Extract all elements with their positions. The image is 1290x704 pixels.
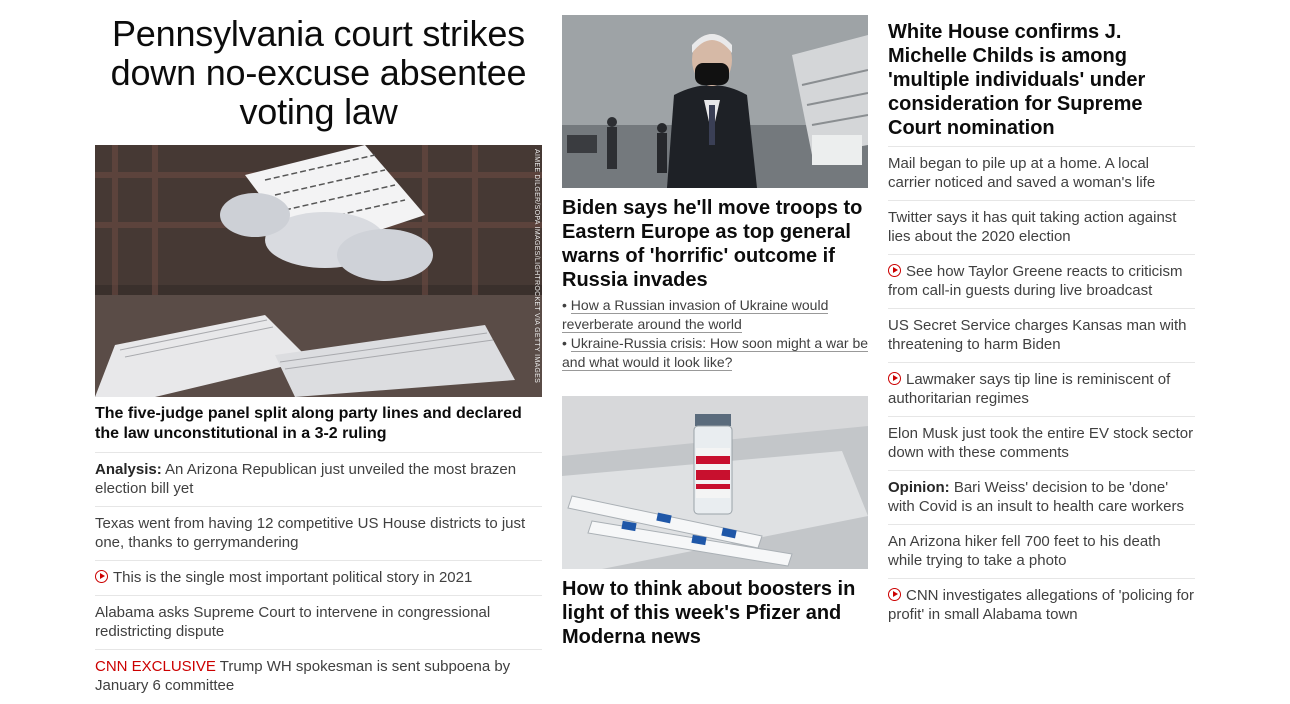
item-text: Texas went from having 12 competitive US… xyxy=(95,515,526,551)
list-item[interactable]: Texas went from having 12 competitive US… xyxy=(95,507,542,561)
photo-credit: AIMEE DILGER/SOPA IMAGES/LIGHTROCKET VIA… xyxy=(533,149,540,384)
item-text: See how Taylor Greene reacts to criticis… xyxy=(888,263,1183,299)
item-text: Mail began to pile up at a home. A local… xyxy=(888,155,1156,191)
related-link[interactable]: • How a Russian invasion of Ukraine woul… xyxy=(562,296,868,334)
item-text: An Arizona hiker fell 700 feet to his de… xyxy=(888,533,1161,569)
item-text: Elon Musk just took the entire EV stock … xyxy=(888,425,1194,461)
exclusive-label: CNN EXCLUSIVE xyxy=(95,658,216,675)
list-item[interactable]: CNN EXCLUSIVE Trump WH spokesman is sent… xyxy=(95,650,542,703)
list-item[interactable]: CNN investigates allegations of 'policin… xyxy=(888,579,1195,632)
lead-headline[interactable]: Pennsylvania court strikes down no-excus… xyxy=(95,14,542,131)
ballot-photo[interactable]: AIMEE DILGER/SOPA IMAGES/LIGHTROCKET VIA… xyxy=(95,145,542,397)
related-link-text: Ukraine-Russia crisis: How soon might a … xyxy=(562,335,869,371)
item-text: This is the single most important politi… xyxy=(113,569,473,586)
item-text: US Secret Service charges Kansas man wit… xyxy=(888,317,1187,353)
list-item[interactable]: Lawmaker says tip line is reminiscent of… xyxy=(888,363,1195,417)
play-circle-icon xyxy=(888,588,901,601)
list-item[interactable]: See how Taylor Greene reacts to criticis… xyxy=(888,255,1195,309)
list-item[interactable]: Twitter says it has quit taking action a… xyxy=(888,201,1195,255)
list-item[interactable]: Mail began to pile up at a home. A local… xyxy=(888,147,1195,201)
list-item[interactable]: An Arizona hiker fell 700 feet to his de… xyxy=(888,525,1195,579)
list-item[interactable]: Alabama asks Supreme Court to intervene … xyxy=(95,596,542,650)
analysis-label: Analysis: xyxy=(95,461,162,478)
lead-story-column: Pennsylvania court strikes down no-excus… xyxy=(95,0,542,703)
play-circle-icon xyxy=(888,372,901,385)
opinion-label: Opinion: xyxy=(888,479,950,496)
related-link[interactable]: • Ukraine-Russia crisis: How soon might … xyxy=(562,334,869,372)
item-text: CNN investigates allegations of 'policin… xyxy=(888,587,1195,623)
list-item[interactable]: This is the single most important politi… xyxy=(95,561,542,596)
related-link-text: How a Russian invasion of Ukraine would … xyxy=(562,297,829,333)
list-item[interactable]: Analysis: An Arizona Republican just unv… xyxy=(95,453,542,507)
biden-photo[interactable] xyxy=(562,15,868,188)
vaccine-photo[interactable] xyxy=(562,396,868,569)
list-item[interactable]: Opinion: Bari Weiss' decision to be 'don… xyxy=(888,471,1195,525)
lead-subheadline[interactable]: The five-judge panel split along party l… xyxy=(95,397,542,453)
story-headline[interactable]: White House confirms J. Michelle Childs … xyxy=(888,20,1195,147)
play-circle-icon xyxy=(95,570,108,583)
story-headline[interactable]: How to think about boosters in light of … xyxy=(562,577,868,649)
list-item[interactable]: Elon Musk just took the entire EV stock … xyxy=(888,417,1195,471)
story-headline[interactable]: Biden says he'll move troops to Eastern … xyxy=(562,196,868,292)
right-column: White House confirms J. Michelle Childs … xyxy=(888,0,1195,632)
middle-column: Biden says he'll move troops to Eastern … xyxy=(562,0,869,653)
play-circle-icon xyxy=(888,264,901,277)
item-text: Twitter says it has quit taking action a… xyxy=(888,209,1177,245)
list-item[interactable]: US Secret Service charges Kansas man wit… xyxy=(888,309,1195,363)
item-text: Alabama asks Supreme Court to intervene … xyxy=(95,604,491,640)
item-text: Lawmaker says tip line is reminiscent of… xyxy=(888,371,1171,407)
